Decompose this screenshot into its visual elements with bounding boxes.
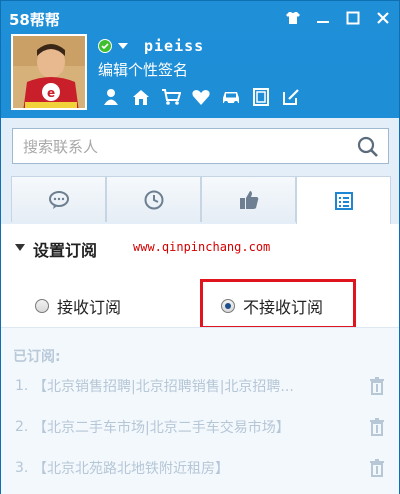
home-icon[interactable]	[130, 87, 152, 107]
subscribed-list: 已订阅: 1. 【北京销售招聘|北京招聘销售|北京招聘... 2. 【北京二手车…	[1, 327, 399, 494]
item-text: 【北京销售招聘|北京招聘销售|北京招聘...	[33, 379, 294, 395]
subscription-panel: 设置订阅 www.qinpinchang.com 接收订阅 不接收订阅 已订阅:…	[1, 224, 399, 494]
window-controls	[283, 9, 393, 27]
username: pieiss	[144, 37, 205, 55]
avatar[interactable]: e	[11, 34, 87, 110]
svg-text:e: e	[47, 86, 55, 100]
subscribed-label: 已订阅:	[13, 349, 61, 365]
trash-icon[interactable]	[369, 418, 385, 436]
item-number: 3.	[15, 460, 29, 476]
section-title: 设置订阅	[33, 241, 98, 260]
search-input[interactable]	[23, 137, 323, 157]
list-item[interactable]: 1. 【北京销售招聘|北京招聘销售|北京招聘...	[15, 375, 375, 397]
online-status-icon[interactable]	[98, 39, 112, 53]
list-item[interactable]: 3. 【北京北苑路北地铁附近租房】	[15, 457, 375, 479]
radio-label: 接收订阅	[57, 298, 122, 317]
notebook-icon[interactable]	[250, 87, 272, 107]
heart-icon[interactable]	[190, 87, 212, 107]
collapse-caret-icon[interactable]	[15, 244, 25, 251]
item-number: 1.	[15, 378, 29, 394]
search-area	[1, 118, 399, 176]
thumbs-up-icon	[239, 190, 258, 209]
tab-subscription[interactable]	[296, 176, 391, 224]
trash-icon[interactable]	[369, 459, 385, 477]
person-icon[interactable]	[100, 87, 122, 107]
list-item[interactable]: 2. 【北京二手车市场|北京二手车交易市场】	[15, 416, 375, 438]
section-header[interactable]: 设置订阅 www.qinpinchang.com	[1, 224, 399, 268]
signature-field[interactable]: 编辑个性签名	[98, 59, 188, 80]
tab-recent[interactable]	[106, 176, 201, 222]
radio-dot[interactable]	[35, 299, 49, 313]
edit-icon[interactable]	[280, 87, 302, 107]
watermark-text: www.qinpinchang.com	[133, 240, 271, 254]
tab-messages[interactable]	[11, 176, 106, 222]
title-bar[interactable]: 58帮帮	[1, 1, 400, 35]
item-text: 【北京北苑路北地铁附近租房】	[33, 461, 229, 477]
tab-recommend[interactable]	[201, 176, 296, 222]
list-icon	[334, 191, 353, 210]
car-icon[interactable]	[220, 87, 242, 107]
chat-icon	[48, 190, 69, 209]
radio-accept-subscription[interactable]: 接收订阅	[35, 294, 121, 318]
search-icon[interactable]	[356, 135, 380, 159]
trash-icon[interactable]	[369, 377, 385, 395]
status-row: pieiss	[98, 37, 204, 55]
cart-icon[interactable]	[160, 87, 182, 107]
search-box[interactable]	[12, 128, 389, 164]
clock-icon	[144, 190, 163, 209]
tab-bar	[1, 176, 399, 224]
highlight-annotation	[200, 279, 356, 329]
app-title: 58帮帮	[9, 11, 60, 29]
minimize-button[interactable]	[313, 9, 333, 27]
quick-toolbar	[100, 87, 302, 107]
item-number: 2.	[15, 419, 29, 435]
close-button[interactable]	[373, 9, 393, 27]
item-text: 【北京二手车市场|北京二手车交易市场】	[33, 420, 290, 436]
app-window: 58帮帮 e pieiss 编辑个性签名 搜索联系人 设置订阅 www.qinp…	[0, 0, 400, 494]
maximize-button[interactable]	[343, 9, 363, 27]
skin-shirt-icon[interactable]	[283, 9, 303, 27]
status-dropdown-icon[interactable]	[118, 43, 128, 49]
